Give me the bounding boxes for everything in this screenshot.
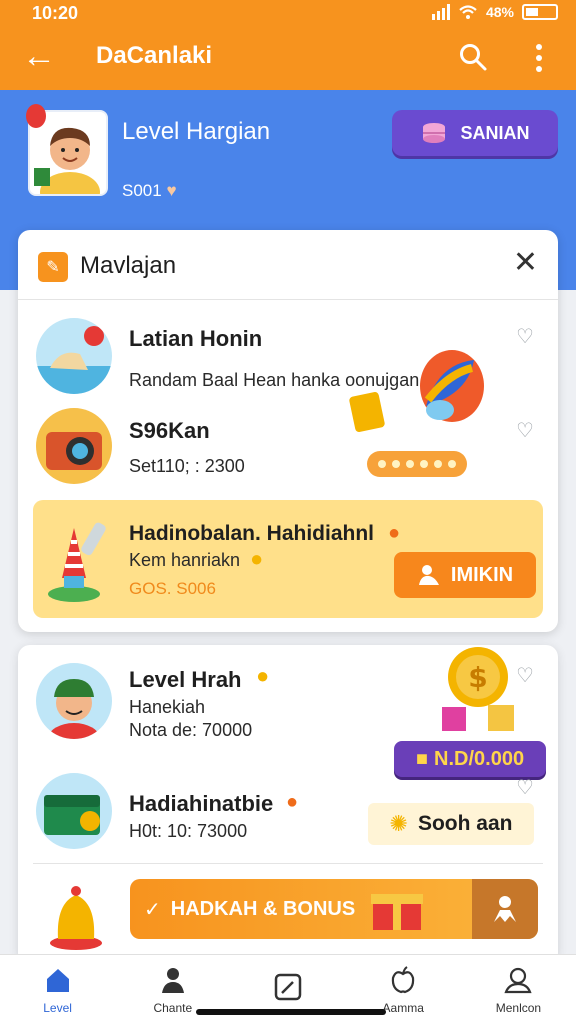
profile-action-button[interactable]: SANIAN — [392, 110, 558, 156]
svg-text:$: $ — [468, 661, 487, 694]
close-icon[interactable]: ✕ — [513, 248, 538, 278]
wifi-icon — [459, 5, 477, 19]
person-icon — [418, 565, 439, 585]
coin-badge: ■ N.D/0.000 — [394, 741, 546, 777]
more-vertical-icon[interactable] — [530, 42, 548, 74]
signal-icon — [431, 4, 450, 20]
row-title: Level Hrah — [129, 667, 242, 692]
gift-box-icon — [371, 894, 424, 930]
bonus-button-label: HADKAH & BONUS — [170, 897, 356, 920]
rocket-icon — [349, 350, 484, 432]
battery-percent: 48% — [485, 4, 514, 20]
coin-badge-value: N.D/0.000 — [434, 747, 525, 770]
row-title: Latian Honin — [129, 326, 263, 351]
claim-button[interactable]: IMIKIN — [394, 552, 536, 598]
balloon-icon — [26, 104, 46, 128]
nav-label: Menlcon — [495, 1000, 542, 1015]
app-title: DaCanlaki — [96, 42, 213, 69]
highlight-subtitle: Kem hanriakn — [129, 550, 241, 570]
boy-cap-thumbnail — [36, 663, 112, 739]
heart-icon[interactable]: ♡ — [516, 418, 534, 443]
row-detail: H0t: 10: 73000 — [129, 821, 248, 841]
person-icon — [161, 967, 184, 993]
camera-thumbnail — [36, 408, 112, 484]
reward-chip[interactable]: ✺ Sooh aan — [368, 803, 534, 845]
progress-dots — [367, 451, 467, 477]
coins-icon — [423, 123, 446, 143]
bonus-button[interactable]: ✓ HADKAH & BONUS — [130, 879, 538, 939]
edit-note-icon: ✎ — [38, 252, 68, 282]
bulb-icon: ● — [250, 546, 264, 571]
coin-small-icon: ■ — [415, 747, 429, 770]
nav-item-level[interactable]: Level — [0, 955, 115, 1024]
row-detail: Nota de: 70000 — [129, 720, 253, 740]
user-icon — [504, 967, 532, 993]
row-title: Hadiahinatbie — [129, 791, 274, 816]
back-arrow-icon[interactable]: ← — [22, 38, 56, 74]
nav-label: Aamma — [382, 1000, 424, 1015]
beach-thumbnail — [36, 318, 112, 394]
row-subtitle: Hanekiah — [129, 697, 206, 717]
divider — [33, 863, 543, 864]
chest-thumbnail — [36, 773, 112, 849]
row-title: S96Kan — [129, 418, 210, 443]
person-icon — [494, 896, 516, 922]
reward-modal: ✎ Mavlajan ✕ Latian Honin Randam Baal He… — [18, 230, 558, 632]
apple-icon — [392, 965, 415, 993]
search-icon[interactable] — [458, 42, 488, 72]
heart-icon[interactable]: ♡ — [516, 324, 534, 349]
badge-dot-icon: ● — [286, 791, 299, 813]
dollar-coin-icon: $ — [442, 647, 514, 731]
claim-button-label: IMIKIN — [450, 563, 514, 586]
edit-icon — [274, 973, 302, 1000]
bulb-icon: ● — [256, 663, 270, 688]
sun-icon: ✺ — [389, 811, 408, 836]
profile-action-label: SANIAN — [460, 122, 530, 143]
home-indicator[interactable] — [196, 1009, 386, 1015]
nav-label: Level — [43, 1000, 72, 1015]
bonus-side-button[interactable] — [472, 879, 538, 939]
battery-icon — [522, 4, 558, 20]
reward-chip-label: Sooh aan — [417, 812, 513, 835]
profile-title: Level Hargian — [122, 118, 271, 145]
modal-header: ✎ Mavlajan ✕ — [18, 230, 558, 300]
nav-label: Chante — [153, 1000, 193, 1015]
bell-icon — [50, 886, 102, 950]
nav-item-menlcon[interactable]: Menlcon — [461, 955, 576, 1024]
row-subtitle: Set110; : 2300 — [129, 456, 245, 476]
profile-subtitle: S001 ♥ — [122, 181, 177, 201]
check-icon: ✓ — [144, 898, 161, 921]
level-card: Level Hrah ● Hanekiah Nota de: 70000 ♡ $… — [18, 645, 558, 965]
heart-small-icon: ♥ — [166, 181, 177, 200]
profile-subtitle-text: S001 — [122, 181, 162, 200]
modal-title: Mavlajan — [80, 252, 177, 279]
badge-dot-icon: ● — [388, 522, 401, 544]
highlight-title: Hadinobalan. Hahidiahnl — [129, 522, 375, 545]
status-bar: 10:20 48% — [0, 0, 576, 28]
app-bar: ← DaCanlaki — [0, 28, 576, 90]
home-icon — [46, 968, 69, 992]
heart-icon[interactable]: ♡ — [516, 775, 534, 800]
highlight-code: GOS. S006 — [129, 579, 216, 598]
status-icons: 48% — [431, 4, 558, 20]
party-hat-icon — [48, 522, 106, 602]
status-time: 10:20 — [32, 3, 79, 23]
